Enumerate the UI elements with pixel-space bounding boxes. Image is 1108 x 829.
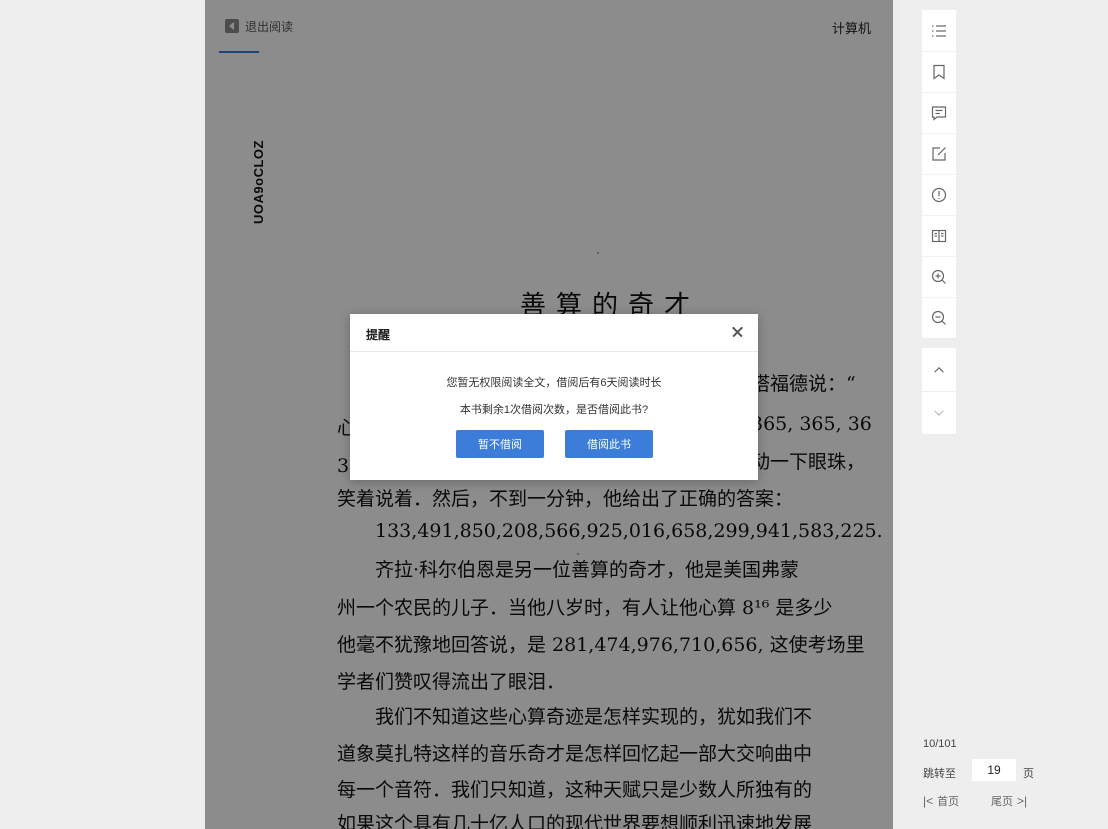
last-page-button[interactable]: 尾页 >| xyxy=(991,793,1027,809)
chevron-up-icon[interactable] xyxy=(922,348,956,391)
chevron-down-icon[interactable] xyxy=(922,391,956,434)
bookmark-icon[interactable] xyxy=(922,51,956,92)
last-page-label: 尾页 xyxy=(991,796,1013,808)
dialog-header: 提醒 xyxy=(350,314,758,352)
page-count: 10/101 xyxy=(923,738,957,750)
jump-label: 跳转至 xyxy=(923,768,956,780)
catalog-icon[interactable] xyxy=(922,10,956,51)
first-page-button[interactable]: |< 首页 xyxy=(923,793,959,809)
dialog-message: 您暂无权限阅读全文，借阅后有6天阅读时长 xyxy=(446,377,662,389)
last-page-icon: >| xyxy=(1017,794,1028,808)
first-page-label: 首页 xyxy=(937,796,960,808)
book-view-icon[interactable] xyxy=(922,215,956,256)
note-edit-icon[interactable] xyxy=(922,133,956,174)
dialog-message: 本书剩余1次借阅次数，是否借阅此书? xyxy=(459,404,649,416)
page-unit: 页 xyxy=(1023,768,1034,780)
cancel-borrow-button[interactable]: 暂不借阅 xyxy=(456,430,544,458)
zoom-out-icon[interactable] xyxy=(922,297,956,338)
dialog-title: 提醒 xyxy=(366,328,391,342)
close-icon[interactable] xyxy=(728,322,748,342)
first-page-icon: |< xyxy=(923,794,934,808)
comment-icon[interactable] xyxy=(922,92,956,133)
report-icon[interactable] xyxy=(922,174,956,215)
zoom-in-icon[interactable] xyxy=(922,256,956,297)
confirm-borrow-button[interactable]: 借阅此书 xyxy=(565,430,653,458)
borrow-dialog: 提醒 您暂无权限阅读全文，借阅后有6天阅读时长 本书剩余1次借阅次数，是否借阅此… xyxy=(350,314,758,480)
jump-page-input[interactable] xyxy=(972,759,1016,781)
page-nav xyxy=(922,348,956,434)
reader-toolbar xyxy=(922,10,956,338)
